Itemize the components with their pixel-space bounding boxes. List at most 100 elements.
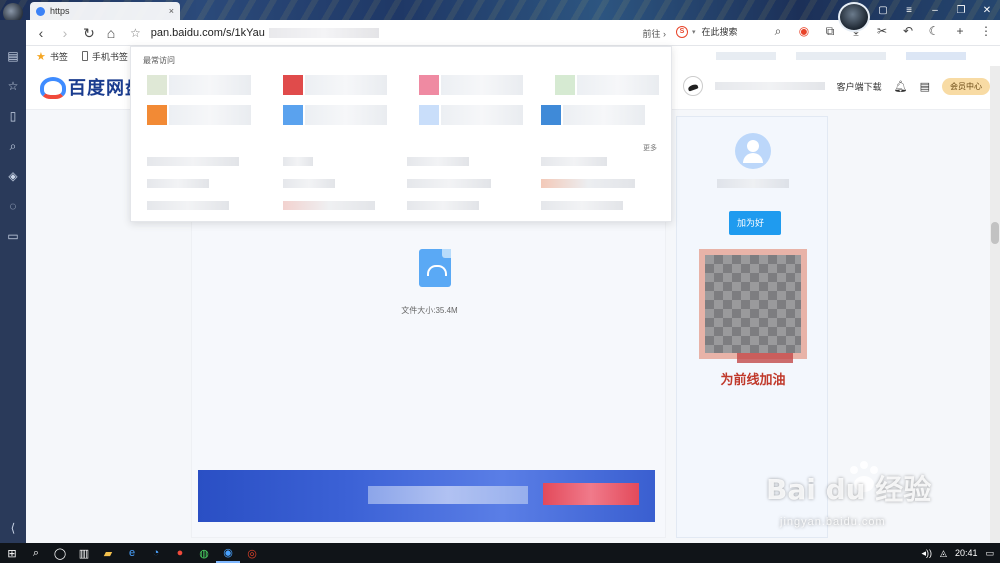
history-item[interactable] [283, 201, 375, 210]
sogou-logo-icon[interactable]: S [676, 25, 688, 38]
cortana-icon[interactable]: ◯ [48, 543, 72, 563]
banner-redacted [368, 486, 528, 504]
file-explorer-icon[interactable]: ▰ [96, 543, 120, 563]
bell-icon[interactable]: 🔔︎ [894, 80, 908, 93]
mobile-bookmarks[interactable]: 手机书签 [81, 50, 128, 63]
site-tile[interactable] [577, 75, 659, 95]
goto-button[interactable]: 前往 › [642, 27, 666, 40]
history-item[interactable] [541, 179, 635, 188]
history-item[interactable] [541, 157, 607, 166]
pan-logo-icon [38, 77, 66, 99]
more-icon[interactable]: ⋮ [978, 24, 994, 39]
site-tile-icon [555, 75, 575, 95]
more-link[interactable]: 更多 [643, 143, 657, 153]
site-tile[interactable] [305, 105, 387, 125]
notifications-icon[interactable]: ▭ [985, 548, 994, 559]
banner-button[interactable] [543, 483, 639, 505]
vip-center-button[interactable]: 会员中心 [942, 77, 990, 95]
window-close-icon[interactable]: ✕ [974, 5, 1000, 16]
close-icon[interactable]: × [169, 6, 174, 16]
history-item[interactable] [407, 201, 479, 210]
gamepad-icon[interactable]: ◉ [796, 24, 812, 39]
clipboard-icon[interactable]: ▤ [920, 80, 930, 93]
avatar[interactable] [682, 76, 703, 96]
minimize-icon[interactable]: – [922, 5, 948, 16]
app-icon[interactable]: ● [168, 543, 192, 563]
pan-logo[interactable]: 百度网盘 [38, 74, 144, 100]
bookmark-star-icon[interactable]: ☆ [130, 26, 141, 40]
refresh-icon[interactable]: ↻ [80, 24, 98, 42]
network-icon[interactable]: ◬ [940, 548, 947, 559]
address-bar[interactable]: ☆ pan.baidu.com/s/1kYau 前往 › [130, 23, 666, 43]
bookmark-folder[interactable]: ★ 书签 [36, 50, 68, 63]
site-tile[interactable] [169, 105, 251, 125]
url-redacted [268, 28, 379, 38]
url-text[interactable]: pan.baidu.com/s/1kYau [151, 27, 265, 39]
site-tile[interactable] [441, 105, 523, 125]
windows-start-icon[interactable]: ⊞ [0, 543, 24, 563]
forward-icon[interactable]: › [56, 24, 74, 42]
follow-button[interactable]: 加为好 [729, 211, 781, 235]
site-tile[interactable] [305, 75, 387, 95]
clock-app-icon[interactable]: ◔ [144, 543, 168, 563]
add-icon[interactable]: + [952, 24, 968, 39]
reader-icon[interactable]: ▤ [5, 48, 21, 64]
page-scrollbar[interactable] [990, 66, 1000, 543]
window-controls: ▢ ≡ – ❐ ✕ [870, 0, 1000, 20]
maximize-icon[interactable]: ❐ [948, 5, 974, 16]
site-tile-icon [419, 75, 439, 95]
chevron-down-icon[interactable]: ▾ [692, 28, 696, 36]
scroll-thumb[interactable] [991, 222, 999, 244]
menu-icon[interactable]: ≡ [896, 5, 922, 16]
history-item[interactable] [407, 179, 491, 188]
favorites-star-icon[interactable]: ☆ [5, 78, 21, 94]
extensions-icon[interactable]: ⧉ [822, 24, 838, 39]
clock[interactable]: 20:41 [955, 548, 978, 558]
collapse-sidebar-icon[interactable]: ⟨ [5, 520, 21, 536]
history-item[interactable] [541, 201, 623, 210]
book-icon[interactable]: ▯ [5, 108, 21, 124]
promo-banner[interactable] [198, 470, 655, 522]
netease-icon[interactable]: ◎ [240, 543, 264, 563]
search-box[interactable]: S ▾ 在此搜索 [676, 25, 738, 38]
client-download-link[interactable]: 客户端下载 [837, 80, 882, 93]
file-speed-icon [419, 249, 451, 287]
chat-icon[interactable]: ◌ [5, 198, 21, 214]
game-icon[interactable]: ◈ [5, 168, 21, 184]
user-avatar[interactable] [838, 2, 870, 32]
tab-title: https [50, 6, 70, 16]
windows-taskbar: ⊞ ⌕ ◯ ▥ ▰ e ◔ ● ◍ ◉ ◎ ◂)) ◬ 20:41 ▭ [0, 543, 1000, 563]
volume-icon[interactable]: ◂)) [922, 548, 933, 559]
site-tile-icon [283, 105, 303, 125]
undo-icon[interactable]: ↶ [900, 24, 916, 39]
header-actions: 客户端下载 🔔︎ ▤ 会员中心 [682, 76, 990, 96]
home-icon[interactable]: ⌂ [102, 24, 120, 42]
most-visited-dropdown: 最常访问 更多 [130, 46, 672, 222]
back-icon[interactable]: ‹ [32, 24, 50, 42]
bookmark-redacted [906, 52, 966, 60]
tab-active[interactable]: https × [30, 2, 180, 20]
goto-label: 前往 [642, 28, 661, 39]
search-icon[interactable]: ⌕ [5, 138, 21, 154]
skin-icon[interactable]: ▢ [870, 5, 896, 16]
task-view-icon[interactable]: ▥ [72, 543, 96, 563]
scissors-icon[interactable]: ✂ [874, 24, 890, 39]
site-tile[interactable] [563, 105, 645, 125]
history-item[interactable] [147, 157, 239, 166]
sharer-name-redacted [717, 179, 789, 188]
magnifier-icon[interactable]: ⌕ [770, 24, 786, 39]
site-tile[interactable] [169, 75, 251, 95]
history-item[interactable] [283, 157, 313, 166]
search-icon[interactable]: ⌕ [24, 543, 48, 563]
browser-taskbar-icon[interactable]: ◉ [216, 543, 240, 563]
site-tile[interactable] [441, 75, 523, 95]
history-item[interactable] [147, 179, 209, 188]
wechat-icon[interactable]: ◍ [192, 543, 216, 563]
history-item[interactable] [407, 157, 469, 166]
edge-icon[interactable]: e [120, 543, 144, 563]
history-item[interactable] [147, 201, 229, 210]
history-item[interactable] [283, 179, 335, 188]
night-mode-icon[interactable]: ☾ [926, 24, 942, 39]
vr-icon[interactable]: ▭ [5, 228, 21, 244]
bookmark-label: 手机书签 [91, 51, 128, 62]
